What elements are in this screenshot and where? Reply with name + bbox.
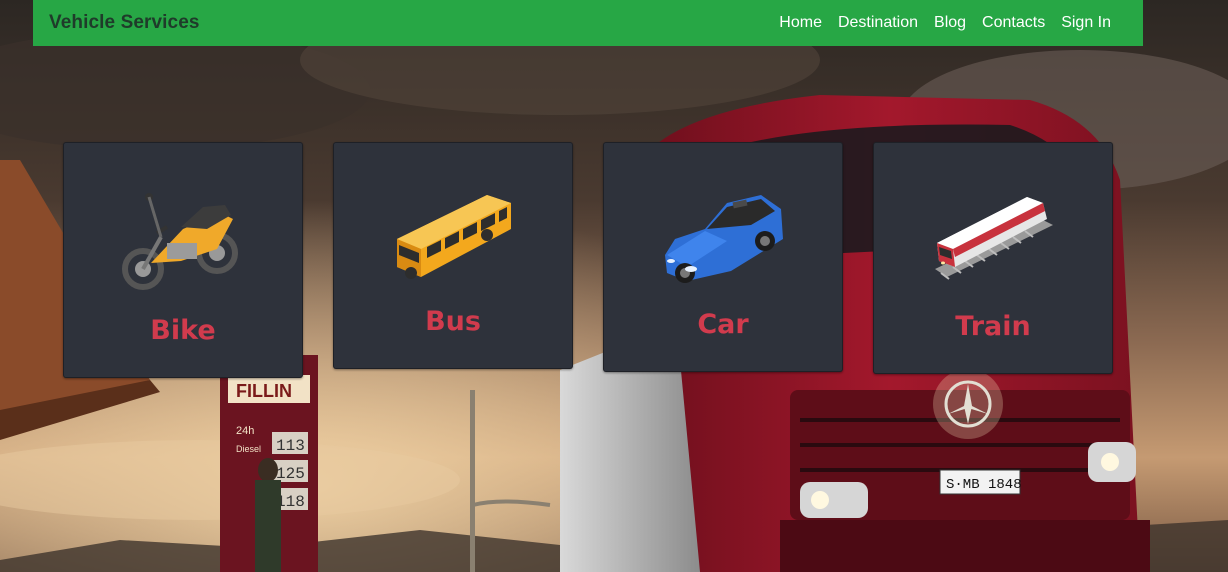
card-label-train: Train: [955, 311, 1031, 342]
nav-link-sign-in[interactable]: Sign In: [1061, 14, 1111, 32]
card-label-bus: Bus: [425, 306, 481, 337]
sign-hours: 24h: [236, 425, 254, 437]
vehicle-card-train[interactable]: Train: [873, 142, 1113, 374]
nav-links: Home Destination Blog Contacts Sign In: [779, 14, 1111, 32]
vehicle-card-bus[interactable]: Bus: [333, 142, 573, 369]
nav-link-contacts[interactable]: Contacts: [982, 14, 1045, 32]
nav-link-blog[interactable]: Blog: [934, 14, 966, 32]
vehicle-card-bike[interactable]: Bike: [63, 142, 303, 378]
nav-link-destination[interactable]: Destination: [838, 14, 918, 32]
vehicle-card-car[interactable]: Car: [603, 142, 843, 372]
sign-brand: FILLIN: [236, 381, 292, 401]
car-icon: [661, 189, 785, 292]
motorcycle-icon: [121, 189, 245, 298]
sign-price-1: 113: [276, 437, 305, 455]
license-plate: S·MB 1848: [946, 477, 1022, 493]
card-label-bike: Bike: [150, 315, 216, 346]
sign-fuel: Diesel: [236, 444, 261, 454]
navbar: Vehicle Services Home Destination Blog C…: [33, 0, 1143, 46]
nav-link-home[interactable]: Home: [779, 14, 822, 32]
bus-icon: [391, 189, 515, 288]
train-icon: [931, 189, 1055, 294]
brand-logo[interactable]: Vehicle Services: [49, 12, 200, 34]
card-label-car: Car: [697, 309, 749, 340]
